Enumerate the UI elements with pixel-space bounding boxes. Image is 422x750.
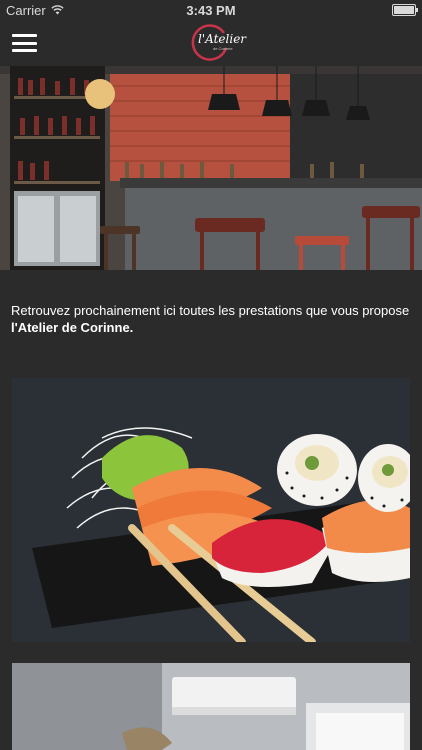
status-left: Carrier [6,3,64,18]
bar-interior-image [0,66,422,270]
battery-fill [394,6,414,14]
carrier-label: Carrier [6,2,46,18]
status-bar: Carrier 3:43 PM [0,0,422,20]
menu-button[interactable] [12,34,37,52]
battery-icon [392,4,418,16]
hamburger-icon-bar [12,34,37,37]
sushi-image [12,378,410,642]
intro-text: Retrouvez prochainement ici toutes les p… [11,303,410,318]
intro-paragraph: Retrouvez prochainement ici toutes les p… [11,302,411,336]
intro-highlight: l'Atelier de Corinne. [11,320,134,335]
app-header: l'Atelier de Corinne [0,20,422,66]
room-image [12,663,410,750]
hamburger-icon-bar [12,41,37,45]
hamburger-icon-bar [12,49,37,52]
brand-logo[interactable]: l'Atelier de Corinne [190,23,246,61]
wifi-icon [51,5,64,15]
logo-subtext: de Corinne [213,46,233,51]
logo-text: l'Atelier [198,32,247,46]
